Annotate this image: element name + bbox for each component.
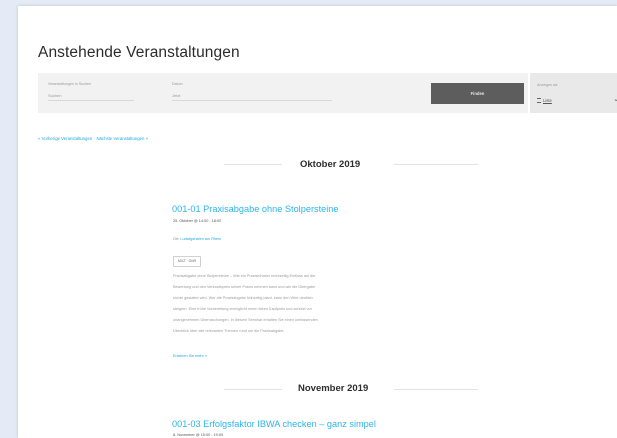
view-as-panel: Anzeigen als Liste ⌄	[530, 73, 617, 113]
page-title: Anstehende Veranstaltungen	[38, 44, 240, 61]
event-datetime: 25. Oktober @ 14:00 - 18:00	[173, 219, 222, 223]
view-as-selector[interactable]: Liste	[537, 98, 552, 103]
event-description-line: Praxisabgabe ohne Stolpersteine – Wie ei…	[173, 274, 316, 278]
event-description-line: Überblick über alle relevanten Themen ru…	[173, 329, 285, 333]
chevron-down-icon[interactable]: ⌄	[613, 95, 617, 103]
month-heading: November 2019	[298, 383, 369, 394]
next-events-link[interactable]: Nächste Veranstaltungen »	[96, 136, 148, 141]
separator-line	[224, 164, 282, 165]
search-label: Veranstaltungen in Suchen	[48, 82, 91, 86]
date-label: Datum	[172, 82, 183, 86]
event-description-line: sicher gestaltet wird. Wer die Praxisabg…	[173, 296, 313, 300]
month-heading: Oktober 2019	[300, 159, 361, 170]
date-input[interactable]	[172, 91, 332, 101]
event-title-link[interactable]: 001-03 Erfolgsfaktor IBWA checken – ganz…	[172, 419, 376, 429]
event-venue: Ort: Ludwigshafen am Rhein	[173, 237, 221, 241]
event-title-link[interactable]: 001-01 Praxisabgabe ohne Stolpersteine	[172, 204, 339, 214]
view-as-value: Liste	[543, 98, 552, 103]
find-events-button[interactable]: Finden	[431, 83, 524, 104]
events-page: Anstehende Veranstaltungen Veranstaltung…	[18, 6, 617, 438]
event-navigation: « Vorherige Veranstaltungen Nächste Vera…	[38, 136, 148, 141]
event-venue-label: Ort:	[173, 237, 180, 241]
view-as-label: Anzeigen als	[537, 83, 558, 87]
event-venue-link[interactable]: Ludwigshafen am Rhein	[180, 237, 221, 241]
search-input[interactable]	[48, 91, 134, 101]
list-icon	[537, 98, 541, 103]
event-description-line: unangenehmen Überraschungen. In diesem S…	[173, 318, 318, 322]
event-description-line: steigern. Eine frühe Vorbereitung ermögl…	[173, 307, 312, 311]
read-more-link[interactable]: Erfahren Sie mehr »	[173, 354, 207, 358]
filter-bar: Veranstaltungen in Suchen Datum Finden	[38, 73, 528, 113]
separator-line	[394, 389, 478, 390]
separator-line	[394, 164, 478, 165]
event-description-line: Bewertung und den Verkaufspreis seiner P…	[173, 285, 316, 289]
separator-line	[224, 389, 282, 390]
event-category-tag[interactable]: MVZ · GbR	[173, 256, 201, 267]
previous-events-link[interactable]: « Vorherige Veranstaltungen	[38, 136, 92, 141]
event-datetime: 8. November @ 15:00 - 19:00	[173, 433, 224, 437]
